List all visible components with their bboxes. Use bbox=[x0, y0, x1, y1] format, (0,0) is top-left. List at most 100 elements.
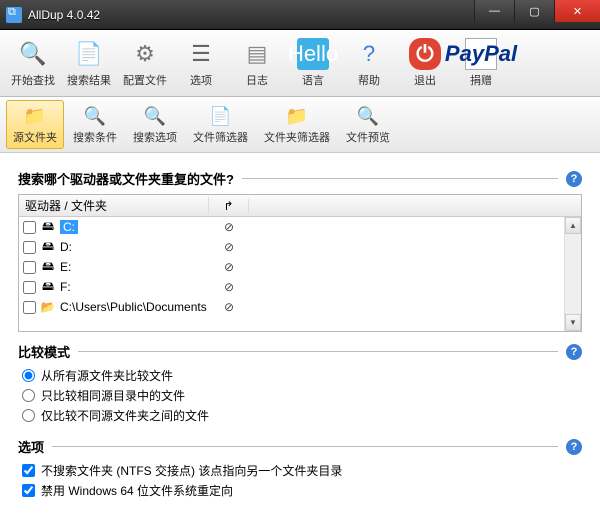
tab-label: 源文件夹 bbox=[13, 129, 57, 145]
table-body: 🖴C:⊘🖴D:⊘🖴E:⊘🖴F:⊘📂C:\Users\Public\Documen… bbox=[19, 217, 581, 317]
option-item[interactable]: 不搜索文件夹 (NTFS 交接点) 该点指向另一个文件夹目录 bbox=[22, 462, 582, 479]
help-button-icon: ? bbox=[353, 38, 385, 70]
toolbar-label: 捐赠 bbox=[470, 72, 492, 88]
drive-label: D: bbox=[60, 240, 72, 254]
scroll-up-icon[interactable]: ▲ bbox=[565, 217, 581, 234]
table-row[interactable]: 🖴 F: ⊘ bbox=[19, 277, 581, 297]
options-button-icon: ☰ bbox=[185, 38, 217, 70]
tab-label: 文件夹筛选器 bbox=[264, 129, 330, 145]
table-row[interactable]: 🖴 C: ⊘ bbox=[19, 217, 581, 237]
row-checkbox[interactable] bbox=[23, 221, 36, 234]
file-preview-tab-icon: 🔍 bbox=[354, 104, 382, 128]
toolbar-label: 搜索结果 bbox=[67, 72, 111, 88]
language-button[interactable]: Hello 语言 bbox=[286, 34, 340, 92]
row-mark: ⊘ bbox=[209, 280, 249, 294]
drive-icon: 🖴 bbox=[40, 280, 56, 294]
compare-heading: 比较模式 bbox=[18, 342, 70, 361]
options-section-header: 选项 ? bbox=[18, 437, 582, 456]
help-button[interactable]: ?帮助 bbox=[342, 34, 396, 92]
column-mark[interactable]: ↱ bbox=[209, 199, 249, 213]
drive-icon: 🖴 bbox=[40, 260, 56, 274]
log-button-icon: ▤ bbox=[241, 38, 273, 70]
exit-button[interactable]: ⏻退出 bbox=[398, 34, 452, 92]
donate-button[interactable]: PayPal 捐赠 bbox=[454, 34, 508, 92]
option-checkbox[interactable] bbox=[22, 464, 35, 477]
compare-radio[interactable] bbox=[22, 389, 35, 402]
toolbar-label: 配置文件 bbox=[123, 72, 167, 88]
donate-button-icon: PayPal bbox=[465, 38, 497, 70]
window-title: AllDup 4.0.42 bbox=[28, 8, 474, 22]
drive-label: F: bbox=[60, 280, 71, 294]
start-search-button[interactable]: 🔍开始查找 bbox=[6, 34, 60, 92]
search-criteria-tab[interactable]: 🔍搜索条件 bbox=[66, 100, 124, 149]
drive-label: C:\Users\Public\Documents bbox=[60, 300, 207, 314]
toolbar-label: 退出 bbox=[414, 72, 436, 88]
file-preview-tab[interactable]: 🔍文件预览 bbox=[339, 100, 397, 149]
tab-bar: 📁源文件夹🔍搜索条件🔍搜索选项📄文件筛选器📁文件夹筛选器🔍文件预览 bbox=[0, 97, 600, 153]
drive-label: E: bbox=[60, 260, 71, 274]
search-options-tab[interactable]: 🔍搜索选项 bbox=[126, 100, 184, 149]
row-mark: ⊘ bbox=[209, 300, 249, 314]
tab-label: 搜索选项 bbox=[133, 129, 177, 145]
drive-icon: 🖴 bbox=[40, 220, 56, 234]
start-search-button-icon: 🔍 bbox=[17, 38, 49, 70]
option-checkbox[interactable] bbox=[22, 484, 35, 497]
drive-icon: 📂 bbox=[40, 300, 56, 314]
compare-option[interactable]: 只比较相同源目录中的文件 bbox=[22, 387, 582, 404]
profiles-button-icon: ⚙ bbox=[129, 38, 161, 70]
language-button-icon: Hello bbox=[297, 38, 329, 70]
table-header: 驱动器 / 文件夹 ↱ bbox=[19, 195, 581, 217]
column-drive[interactable]: 驱动器 / 文件夹 bbox=[19, 197, 209, 214]
help-icon[interactable]: ? bbox=[566, 344, 582, 360]
file-filter-tab[interactable]: 📄文件筛选器 bbox=[186, 100, 255, 149]
maximize-button[interactable]: ▢ bbox=[514, 0, 554, 22]
tab-label: 搜索条件 bbox=[73, 129, 117, 145]
compare-label: 仅比较不同源文件夹之间的文件 bbox=[41, 407, 209, 424]
search-options-tab-icon: 🔍 bbox=[141, 104, 169, 128]
table-row[interactable]: 🖴D:⊘ bbox=[19, 237, 581, 257]
row-checkbox[interactable] bbox=[23, 261, 36, 274]
row-checkbox[interactable] bbox=[23, 301, 36, 314]
file-filter-tab-icon: 📄 bbox=[207, 104, 235, 128]
options-button[interactable]: ☰ 选项 bbox=[174, 34, 228, 92]
content-area: 搜索哪个驱动器或文件夹重复的文件? ? 驱动器 / 文件夹 ↱ 🖴 C: ⊘ 🖴 D: ⊘… bbox=[0, 153, 600, 508]
compare-section-header: 比较模式 ? bbox=[18, 342, 582, 361]
log-button[interactable]: ▤日志 bbox=[230, 34, 284, 92]
folder-filter-tab[interactable]: 📁文件夹筛选器 bbox=[257, 100, 337, 149]
row-mark: ⊘ bbox=[209, 220, 249, 234]
table-row[interactable]: 📂 C:\Users\Public\Documents⊘ bbox=[19, 297, 581, 317]
profiles-button[interactable]: ⚙ 配置文件 bbox=[118, 34, 172, 92]
title-bar: AllDup 4.0.42 — ▢ ✕ bbox=[0, 0, 600, 30]
row-checkbox[interactable] bbox=[23, 281, 36, 294]
drives-section-header: 搜索哪个驱动器或文件夹重复的文件? ? bbox=[18, 169, 582, 188]
minimize-button[interactable]: — bbox=[474, 0, 514, 22]
tab-label: 文件筛选器 bbox=[193, 129, 248, 145]
compare-label: 从所有源文件夹比较文件 bbox=[41, 367, 173, 384]
compare-option[interactable]: 从所有源文件夹比较文件 bbox=[22, 367, 582, 384]
compare-option[interactable]: 仅比较不同源文件夹之间的文件 bbox=[22, 407, 582, 424]
source-folders-tab-icon: 📁 bbox=[21, 104, 49, 128]
option-item[interactable]: 禁用 Windows 64 位文件系统重定向 bbox=[22, 482, 582, 499]
compare-radio[interactable] bbox=[22, 409, 35, 422]
search-results-button[interactable]: 📄 搜索结果 bbox=[62, 34, 116, 92]
help-icon[interactable]: ? bbox=[566, 171, 582, 187]
help-icon[interactable]: ? bbox=[566, 439, 582, 455]
drive-icon: 🖴 bbox=[40, 240, 56, 254]
scroll-down-icon[interactable]: ▼ bbox=[565, 314, 581, 331]
main-toolbar: 🔍开始查找📄搜索结果⚙配置文件☰选项▤日志Hello语言?帮助⏻退出PayPal… bbox=[0, 30, 600, 97]
options-heading: 选项 bbox=[18, 437, 44, 456]
close-button[interactable]: ✕ bbox=[554, 0, 600, 22]
divider bbox=[78, 351, 558, 352]
row-checkbox[interactable] bbox=[23, 241, 36, 254]
drive-label: C: bbox=[60, 220, 78, 234]
source-folders-tab[interactable]: 📁源文件夹 bbox=[6, 100, 64, 149]
app-icon bbox=[6, 7, 22, 23]
toolbar-label: 选项 bbox=[190, 72, 212, 88]
table-row[interactable]: 🖴E:⊘ bbox=[19, 257, 581, 277]
toolbar-label: 语言 bbox=[302, 72, 324, 88]
drives-table: 驱动器 / 文件夹 ↱ 🖴C:⊘🖴D:⊘🖴E:⊘🖴F:⊘📂C:\Users\Pu… bbox=[18, 194, 582, 332]
scrollbar[interactable]: ▲ ▼ bbox=[564, 217, 581, 331]
compare-radio[interactable] bbox=[22, 369, 35, 382]
search-results-button-icon: 📄 bbox=[73, 38, 105, 70]
folder-filter-tab-icon: 📁 bbox=[283, 104, 311, 128]
